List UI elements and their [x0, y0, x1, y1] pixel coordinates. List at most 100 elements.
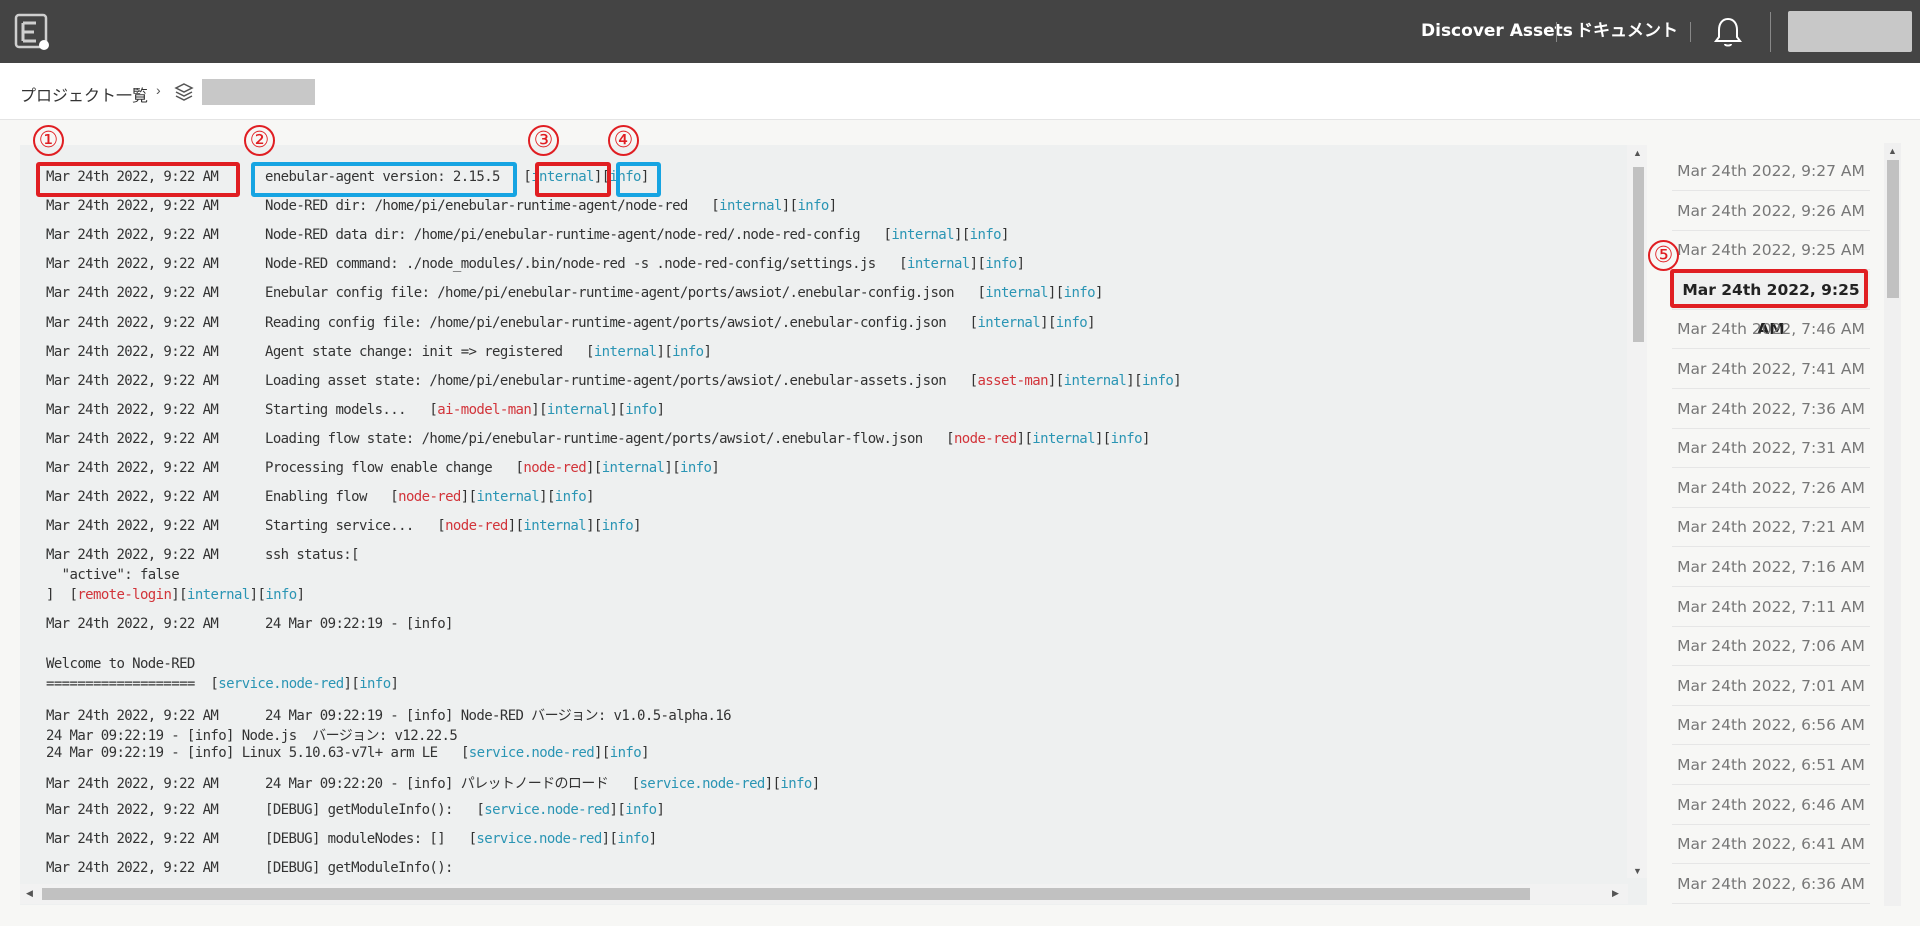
log-viewer[interactable]: Mar 24th 2022, 9:22 AM enebular-agent ver… [20, 145, 1647, 905]
log-tag[interactable]: info [625, 402, 657, 418]
history-scroll-up-icon[interactable]: ▲ [1888, 146, 1897, 156]
log-message: Node-RED data dir: /home/pi/enebular-run… [265, 227, 861, 244]
log-timestamp: Mar 24th 2022, 9:22 AM [46, 860, 219, 877]
log-timestamp: Mar 24th 2022, 9:22 AM [46, 372, 219, 389]
log-tag[interactable]: internal [1064, 373, 1127, 389]
history-item[interactable]: Mar 24th 2022, 6:41 AM [1672, 825, 1870, 865]
log-tag[interactable]: info [672, 344, 704, 360]
log-timestamp: Mar 24th 2022, 9:22 AM [46, 776, 219, 792]
log-tag[interactable]: info [265, 587, 297, 603]
log-tag[interactable]: service.node-red [476, 831, 602, 847]
log-tag[interactable]: internal [476, 489, 539, 505]
nav-divider [1770, 12, 1771, 52]
log-tag[interactable]: service.node-red [218, 676, 344, 692]
enebular-logo-icon[interactable] [14, 13, 52, 51]
breadcrumb-projects-link[interactable]: プロジェクト一覧 [20, 82, 148, 106]
history-item[interactable]: Mar 24th 2022, 6:36 AM [1672, 865, 1870, 904]
breadcrumb-project-name[interactable] [202, 79, 315, 105]
history-scroll-thumb[interactable] [1887, 160, 1899, 298]
log-tag[interactable]: node-red [523, 460, 586, 476]
log-message: [DEBUG] getModuleInfo(): [265, 860, 453, 877]
history-item[interactable]: Mar 24th 2022, 7:31 AM [1672, 429, 1870, 469]
scroll-down-arrow-icon[interactable]: ▼ [1633, 866, 1642, 876]
log-horizontal-scroll-thumb[interactable] [42, 888, 1530, 900]
log-tag[interactable]: node-red [445, 518, 508, 534]
log-tag[interactable]: internal [187, 587, 250, 603]
scroll-left-arrow-icon[interactable]: ◀ [26, 888, 33, 899]
history-item[interactable]: Mar 24th 2022, 7:16 AM [1672, 548, 1870, 587]
log-timestamp: Mar 24th 2022, 9:22 AM [46, 708, 219, 724]
log-tag[interactable]: internal [719, 198, 782, 214]
history-item[interactable]: Mar 24th 2022, 7:01 AM [1672, 667, 1870, 706]
log-tag[interactable]: service.node-red [469, 745, 595, 761]
log-line: 24 Mar 09:22:19 - [info] Node.js バージョン: … [46, 725, 458, 745]
log-line: 24 Mar 09:22:19 - [info] Linux 5.10.63-v… [46, 745, 650, 761]
log-tag[interactable]: internal [891, 227, 954, 243]
log-timestamp: Mar 24th 2022, 9:22 AM [46, 547, 219, 563]
log-tag[interactable]: info [1142, 373, 1174, 389]
log-tag[interactable]: internal [1032, 431, 1095, 447]
log-tag[interactable]: node-red [954, 431, 1017, 447]
log-line: Mar 24th 2022, 9:22 AM 24 Mar 09:22:19 - … [46, 705, 732, 725]
log-tag[interactable]: info [617, 831, 649, 847]
log-tag[interactable]: info [610, 745, 642, 761]
log-tag[interactable]: internal [594, 344, 657, 360]
history-item[interactable]: Mar 24th 2022, 6:56 AM [1672, 706, 1870, 746]
log-tag[interactable]: info [1056, 315, 1088, 331]
scroll-up-arrow-icon[interactable]: ▲ [1633, 148, 1642, 158]
log-tag[interactable]: internal [985, 285, 1048, 301]
log-tag[interactable]: info [1064, 285, 1096, 301]
log-tag[interactable]: asset-man [977, 373, 1048, 389]
history-item[interactable]: Mar 24th 2022, 9:26 AM [1672, 192, 1870, 231]
user-menu[interactable] [1788, 11, 1912, 52]
log-tag[interactable]: service.node-red [639, 776, 765, 792]
log-tag[interactable]: info [602, 518, 634, 534]
documents-link[interactable]: ドキュメント [1576, 0, 1678, 63]
log-tag[interactable]: info [359, 676, 391, 692]
annotation-number-5: ⑤ [1648, 240, 1679, 271]
log-tag[interactable]: service.node-red [484, 802, 610, 818]
log-tag[interactable]: node-red [398, 489, 461, 505]
log-tag[interactable]: info [780, 776, 812, 792]
history-item[interactable]: Mar 24th 2022, 9:25 AM [1672, 231, 1870, 271]
history-item[interactable]: Mar 24th 2022, 7:36 AM [1672, 390, 1870, 429]
history-item[interactable]: Mar 24th 2022, 7:11 AM [1672, 588, 1870, 627]
log-tag[interactable]: info [555, 489, 587, 505]
log-message: Welcome to Node-RED [46, 656, 195, 672]
history-item[interactable]: Mar 24th 2022, 7:41 AM [1672, 350, 1870, 389]
log-tag[interactable]: info [625, 802, 657, 818]
log-vertical-scroll-thumb[interactable] [1633, 167, 1644, 342]
log-tag[interactable]: remote-login [77, 587, 172, 603]
bell-icon[interactable] [1712, 15, 1744, 49]
log-message: Loading flow state: /home/pi/enebular-ru… [265, 430, 923, 447]
log-line: Mar 24th 2022, 9:22 AM Node-RED data dir:… [46, 227, 1009, 244]
history-item[interactable]: Mar 24th 2022, 7:06 AM [1672, 627, 1870, 667]
log-tag[interactable]: internal [907, 256, 970, 272]
log-tag[interactable]: info [680, 460, 712, 476]
history-item[interactable]: Mar 24th 2022, 9:27 AM [1672, 152, 1870, 191]
scroll-right-arrow-icon[interactable]: ▶ [1612, 888, 1619, 899]
log-tag[interactable]: info [1111, 431, 1143, 447]
log-tag[interactable]: internal [523, 518, 586, 534]
discover-assets-link[interactable]: Discover Assets [1421, 0, 1573, 63]
log-tag[interactable]: ai-model-man [437, 402, 532, 418]
log-line: Mar 24th 2022, 9:22 AM [DEBUG] getModuleI… [46, 860, 453, 876]
top-navigation-bar: Discover Assets ドキュメント [0, 0, 1920, 63]
log-line: Mar 24th 2022, 9:22 AM 24 Mar 09:22:19 - … [46, 616, 453, 632]
history-item[interactable]: Mar 24th 2022, 6:51 AM [1672, 746, 1870, 785]
log-message: "active": false [46, 567, 180, 583]
log-tag[interactable]: info [985, 256, 1017, 272]
annotation-box-timestamp [36, 162, 240, 197]
history-item[interactable]: Mar 24th 2022, 7:21 AM [1672, 508, 1870, 548]
log-tag[interactable]: internal [977, 315, 1040, 331]
log-message: Starting models... [265, 401, 407, 418]
log-tag[interactable]: internal [547, 402, 610, 418]
annotation-number-1: ① [33, 125, 64, 156]
log-tag[interactable]: internal [602, 460, 665, 476]
history-item[interactable]: Mar 24th 2022, 7:46 AM [1672, 310, 1870, 350]
history-item[interactable]: Mar 24th 2022, 7:26 AM [1672, 469, 1870, 508]
log-message: Agent state change: init => registered [265, 343, 563, 360]
log-tag[interactable]: info [797, 198, 829, 214]
history-item[interactable]: Mar 24th 2022, 6:46 AM [1672, 786, 1870, 825]
log-tag[interactable]: info [970, 227, 1002, 243]
